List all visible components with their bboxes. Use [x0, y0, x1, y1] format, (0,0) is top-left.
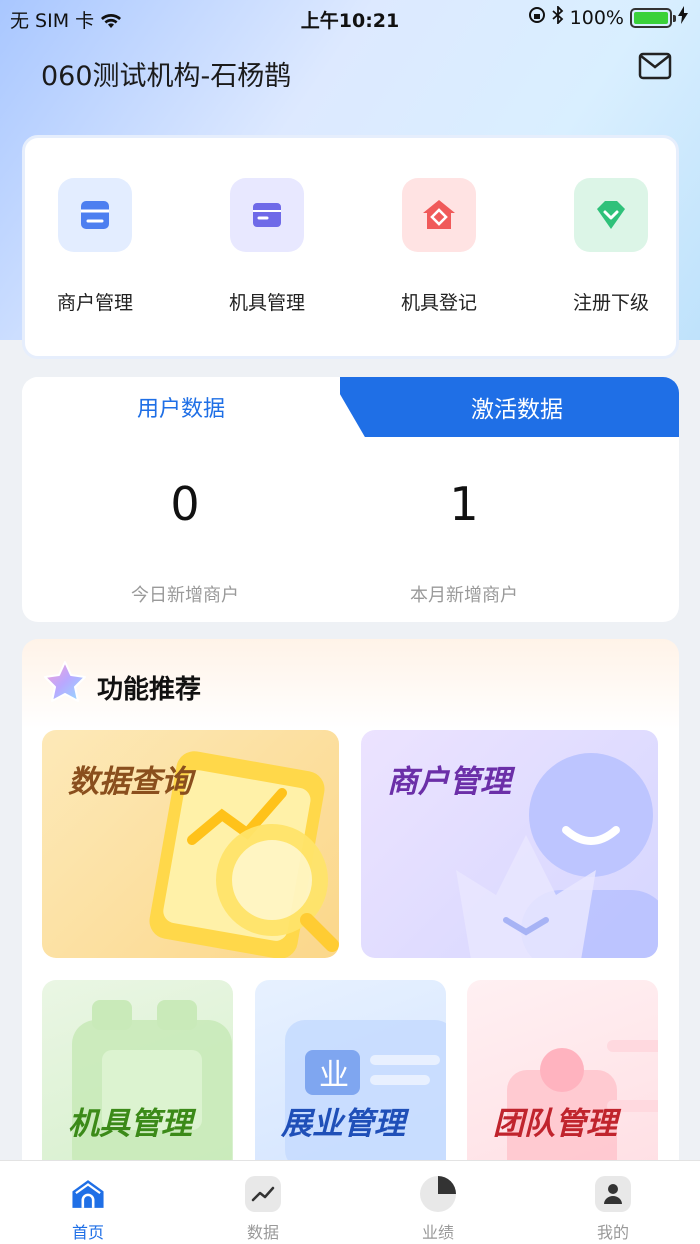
card-business-manage[interactable]: 业 展业管理	[255, 980, 446, 1180]
stat-month: 1 本月新增商户	[324, 477, 654, 607]
home-icon	[69, 1175, 107, 1213]
bottom-tab-bar: 首页 数据 业绩 我的	[0, 1160, 700, 1244]
pie-icon	[419, 1175, 457, 1213]
card-label: 展业管理	[281, 1106, 405, 1142]
diamond-check-icon	[574, 178, 648, 252]
store-icon	[58, 178, 132, 252]
stat-value: 1	[449, 477, 479, 531]
card-merchant-manage[interactable]: 商户管理	[361, 730, 658, 958]
card-label: 数据查询	[68, 764, 192, 800]
rotation-lock-icon	[528, 6, 546, 29]
card-label: 机具管理	[68, 1106, 192, 1142]
tab-label: 业绩	[421, 1223, 454, 1242]
card-label: 商户管理	[387, 764, 511, 800]
page-title: 060测试机构-石杨鹊	[41, 61, 292, 92]
chart-icon	[244, 1175, 282, 1213]
stat-label: 本月新增商户	[410, 585, 518, 606]
menu-item-merchant[interactable]: 商户管理	[25, 178, 165, 315]
card-data-query[interactable]: 数据查询	[42, 730, 339, 958]
register-house-icon	[402, 178, 476, 252]
tab-activation-data[interactable]: 激活数据	[330, 377, 679, 437]
mail-icon[interactable]	[638, 52, 672, 80]
menu-label: 机具管理	[228, 292, 305, 314]
tab-label: 我的	[596, 1223, 629, 1242]
team-illustration	[507, 1040, 658, 1180]
tab-home[interactable]: 首页	[28, 1175, 148, 1243]
card-team-manage[interactable]: 团队管理	[467, 980, 658, 1180]
menu-item-register[interactable]: 机具登记	[369, 178, 509, 315]
tab-performance[interactable]: 业绩	[378, 1175, 498, 1243]
menu-label: 注册下级	[572, 292, 649, 314]
section-title: 功能推荐	[97, 675, 202, 705]
business-illustration: 业	[285, 1020, 446, 1170]
star-icon	[42, 659, 88, 707]
card-label: 团队管理	[493, 1106, 617, 1142]
menu-item-subordinate[interactable]: 注册下级	[541, 178, 681, 315]
menu-item-device[interactable]: 机具管理	[197, 178, 337, 315]
status-bar: 无 SIM 卡 上午10:21 100%	[0, 0, 700, 36]
card-device-manage[interactable]: 机具管理	[42, 980, 233, 1180]
tab-label: 数据	[246, 1223, 279, 1242]
tab-data[interactable]: 数据	[203, 1175, 323, 1243]
tab-user-data[interactable]: 用户数据	[22, 377, 340, 437]
menu-label: 机具登记	[400, 292, 477, 314]
data-panel: 激活数据 用户数据 0 今日新增商户 1 本月新增商户	[22, 377, 679, 622]
recommend-panel: 功能推荐 数据查询 商户管理 机具管理 业 展业管理 团队管理	[22, 639, 679, 1180]
battery-percent: 100%	[569, 6, 624, 29]
bluetooth-icon	[552, 4, 564, 29]
battery-icon	[630, 7, 676, 28]
menu-label: 商户管理	[56, 292, 133, 314]
tab-label: 首页	[71, 1223, 104, 1242]
user-icon	[594, 1175, 632, 1213]
device-box-icon	[230, 178, 304, 252]
charging-icon	[678, 6, 688, 29]
device-illustration	[72, 1000, 232, 1180]
quick-menu: 商户管理 机具管理 机具登记 注册下级	[22, 135, 679, 359]
svg-text:业: 业	[319, 1058, 349, 1093]
tab-mine[interactable]: 我的	[553, 1175, 673, 1243]
